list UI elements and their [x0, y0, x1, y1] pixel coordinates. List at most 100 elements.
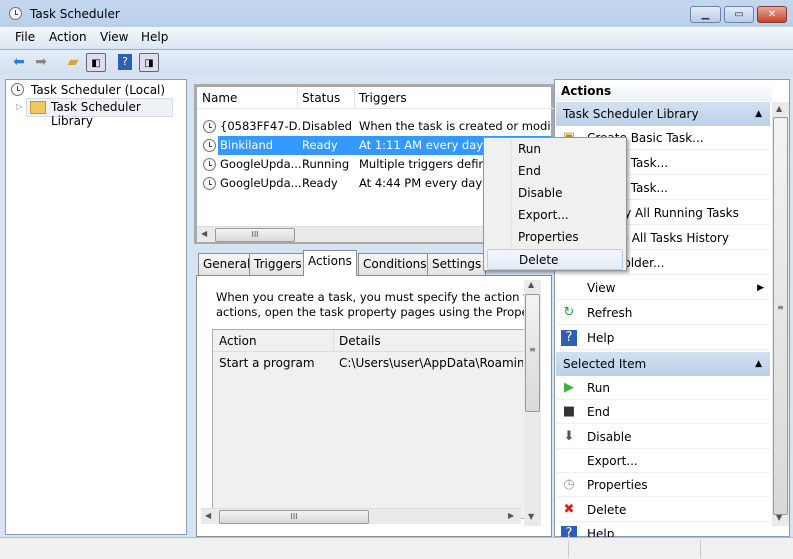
action-label: Disable — [587, 429, 632, 444]
column-name[interactable]: Name — [202, 91, 237, 105]
menu-help[interactable]: Help — [141, 30, 168, 44]
tab-general[interactable]: General — [198, 253, 256, 275]
task-clock-icon — [203, 120, 216, 133]
task-name: Binkiland — [218, 136, 302, 155]
scroll-thumb[interactable]: III — [219, 510, 369, 524]
task-name: GoogleUpda... — [220, 157, 302, 171]
toolbar: ⬅ ➡ ▰ ◧ ? ◨ — [0, 49, 793, 74]
details-cell: C:\Users\user\AppData\Roaming\Binkiland — [339, 356, 523, 370]
selected-action-disable[interactable]: ⬇ Disable — [556, 425, 770, 449]
task-triggers: When the task is created or modified — [359, 119, 551, 133]
context-menu-run[interactable]: Run — [487, 139, 623, 160]
section-selected-item[interactable]: Selected Item ▲ — [556, 352, 770, 376]
task-status: Ready — [302, 136, 359, 155]
menu-view[interactable]: View — [100, 30, 128, 44]
selected-action-end[interactable]: ■ End — [556, 400, 770, 425]
selected-action-properties[interactable]: ◷ Properties — [556, 473, 770, 498]
actions-hscrollbar[interactable]: ◀ III ▶ — [201, 508, 521, 524]
refresh-icon: ↻ — [563, 305, 575, 320]
actions-vscrollbar[interactable]: ▲ ≡ ▼ — [524, 280, 541, 526]
folder-icon — [30, 101, 46, 114]
task-scheduler-icon — [11, 83, 24, 96]
tab-conditions[interactable]: Conditions — [358, 253, 432, 275]
help-icon: ? — [561, 330, 577, 346]
tree-item-library-label: Task Scheduler Library — [51, 100, 141, 128]
scroll-thumb[interactable]: III — [215, 228, 295, 242]
menu-file[interactable]: File — [15, 30, 35, 44]
action-label: Export... — [587, 453, 638, 468]
selected-action-export[interactable]: Export... — [556, 449, 770, 473]
context-menu-end[interactable]: End — [487, 161, 623, 182]
column-details[interactable]: Details — [339, 334, 381, 348]
collapse-icon[interactable]: ▲ — [755, 102, 762, 126]
column-action[interactable]: Action — [219, 334, 257, 348]
action-label: Refresh — [587, 306, 633, 320]
action-view[interactable]: View ▶ — [556, 276, 770, 300]
action-label: Help — [587, 331, 615, 345]
tree-item-library[interactable]: Task Scheduler Library — [26, 98, 173, 128]
run-icon: ▶ — [564, 380, 574, 395]
actions-tab-panel: When you create a task, you must specify… — [196, 275, 552, 537]
context-menu: Run End Disable Export... Properties Delete — [483, 137, 627, 271]
delete-icon: ✖ — [563, 501, 575, 517]
tab-triggers[interactable]: Triggers — [249, 253, 307, 275]
properties-icon: ◷ — [563, 477, 575, 493]
tab-actions[interactable]: Actions — [303, 250, 357, 276]
forward-icon[interactable]: ➡ — [31, 53, 51, 72]
column-triggers[interactable]: Triggers — [359, 91, 407, 105]
context-menu-export[interactable]: Export... — [487, 205, 623, 226]
scroll-thumb[interactable]: ≡ — [525, 294, 540, 412]
column-status[interactable]: Status — [302, 91, 340, 105]
action-label: Delete — [587, 502, 627, 517]
tab-settings[interactable]: Settings — [427, 253, 487, 275]
section-task-scheduler-library[interactable]: Task Scheduler Library ▲ — [556, 102, 770, 126]
scroll-thumb[interactable]: ≡ — [773, 117, 788, 515]
collapse-icon[interactable]: ▲ — [755, 352, 762, 376]
section-header-label: Selected Item — [563, 357, 647, 371]
menu-bar: File Action View Help — [0, 27, 793, 48]
task-clock-icon — [203, 158, 216, 171]
action-label: End — [587, 405, 610, 420]
tree-root[interactable]: Task Scheduler (Local) — [31, 83, 165, 97]
task-list-header: Name Status Triggers — [197, 87, 557, 109]
table-row[interactable]: Start a program C:\Users\user\AppData\Ro… — [213, 354, 531, 373]
up-folder-icon[interactable]: ▰ — [63, 53, 83, 72]
selected-action-delete[interactable]: ✖ Delete — [556, 498, 770, 522]
context-menu-delete[interactable]: Delete — [487, 249, 623, 270]
expand-arrow-icon[interactable]: ▷ — [16, 102, 22, 111]
context-menu-disable[interactable]: Disable — [487, 183, 623, 204]
action-help[interactable]: ? Help — [556, 326, 770, 350]
menu-action[interactable]: Action — [49, 30, 87, 44]
section-header-label: Task Scheduler Library — [563, 107, 699, 121]
actions-description-1: When you create a task, you must specify… — [216, 290, 526, 304]
help-icon[interactable]: ? — [118, 54, 132, 70]
task-name: {0583FF47-D... — [220, 119, 302, 133]
task-status: Ready — [302, 176, 338, 190]
task-name: GoogleUpda... — [220, 176, 302, 190]
status-bar — [0, 537, 793, 559]
action-label: Properties — [587, 478, 648, 493]
actions-pane-title: Actions — [556, 80, 772, 101]
actions-table-header: Action Details — [213, 330, 531, 352]
close-button[interactable]: ✕ — [757, 6, 787, 23]
window-title: Task Scheduler — [30, 7, 120, 21]
context-menu-properties[interactable]: Properties — [487, 227, 623, 248]
maximize-button[interactable]: ▭ — [724, 6, 754, 23]
actions-pane-vscrollbar[interactable]: ▲ ≡ ▼ — [772, 102, 789, 526]
task-clock-icon — [203, 177, 216, 190]
task-clock-icon — [203, 139, 216, 152]
disable-icon: ⬇ — [563, 428, 575, 444]
action-refresh[interactable]: ↻ Refresh — [556, 301, 770, 325]
action-cell: Start a program — [219, 356, 315, 370]
task-status: Disabled — [302, 119, 352, 133]
show-hide-action-pane-icon[interactable]: ◨ — [139, 53, 159, 72]
scroll-left-icon[interactable]: ◀ — [201, 229, 207, 238]
title-bar: Task Scheduler ▁ ▭ ✕ — [0, 0, 793, 27]
selected-action-run[interactable]: ▶ Run — [556, 376, 770, 400]
end-icon: ■ — [562, 404, 576, 420]
show-hide-console-tree-icon[interactable]: ◧ — [86, 53, 106, 72]
action-label: View — [587, 281, 616, 295]
table-row[interactable]: {0583FF47-D... Disabled When the task is c… — [197, 117, 551, 136]
back-icon[interactable]: ⬅ — [9, 53, 29, 72]
minimize-button[interactable]: ▁ — [690, 6, 721, 23]
